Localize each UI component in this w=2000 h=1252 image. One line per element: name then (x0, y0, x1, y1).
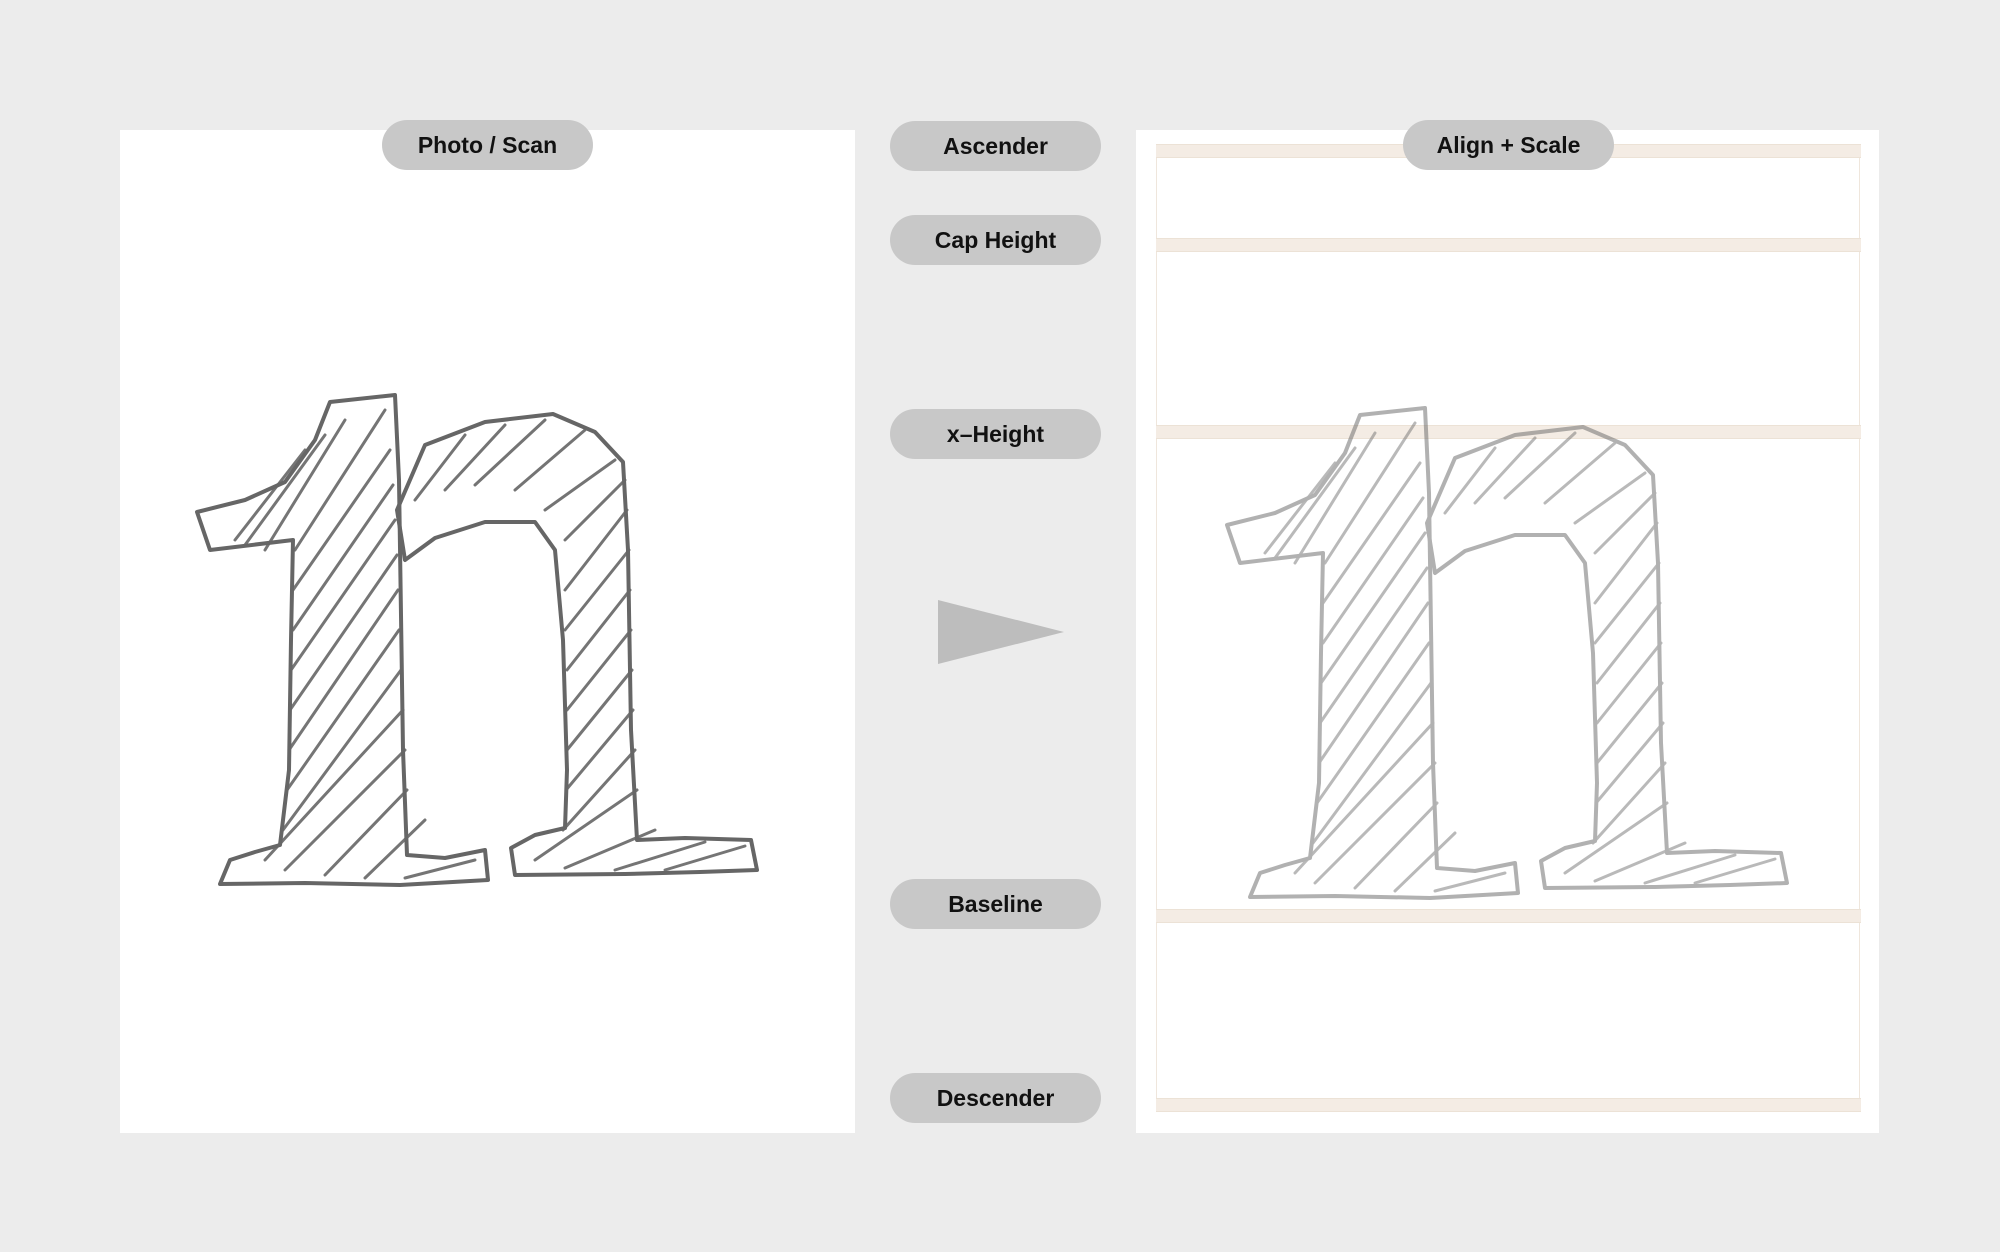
descender-label: Descender (890, 1073, 1101, 1123)
cap-height-guide-line (1156, 238, 1861, 252)
sketched-n-glyph-aligned (1225, 406, 1789, 900)
x-height-label: x–Height (890, 409, 1101, 459)
sketched-n-glyph-original (195, 393, 759, 887)
ascender-label: Ascender (890, 121, 1101, 171)
photo-scan-label: Photo / Scan (382, 120, 593, 170)
cap-height-label: Cap Height (890, 215, 1101, 265)
descender-guide-line (1156, 1098, 1861, 1112)
diagram-canvas: Photo / Scan Ascender Cap Height x–Heigh… (0, 0, 2000, 1252)
align-scale-label: Align + Scale (1403, 120, 1614, 170)
play-triangle-icon (938, 600, 1064, 664)
baseline-label: Baseline (890, 879, 1101, 929)
